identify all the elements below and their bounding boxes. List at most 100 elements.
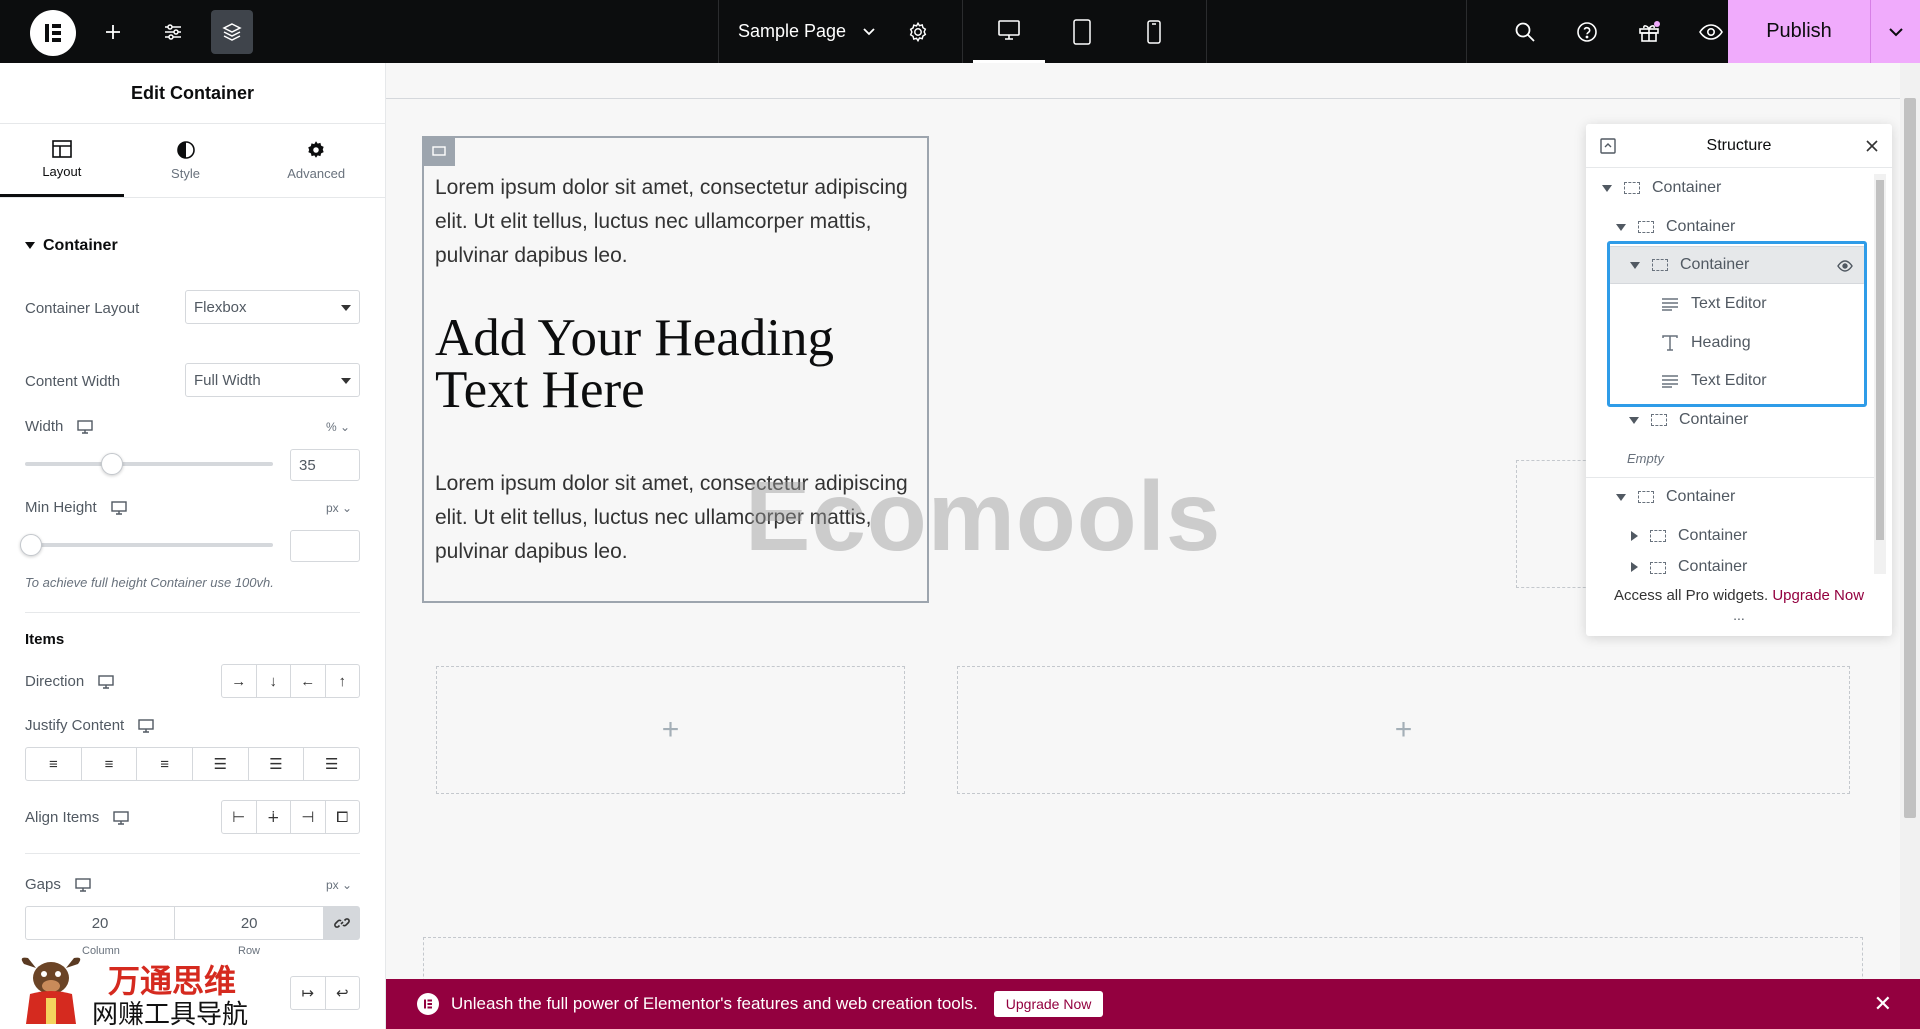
- justify-content-label: Justify Content: [25, 717, 125, 734]
- page-title: Sample Page: [738, 21, 847, 41]
- width-input[interactable]: 35: [290, 449, 360, 481]
- structure-scrollbar-thumb[interactable]: [1876, 180, 1884, 540]
- container-section-toggle[interactable]: Container: [25, 237, 118, 255]
- width-unit-select[interactable]: % ⌄: [326, 420, 350, 434]
- preview-button[interactable]: [1690, 10, 1732, 54]
- structure-row-container[interactable]: Container: [1586, 478, 1874, 516]
- responsive-desktop-icon[interactable]: [98, 674, 114, 689]
- whats-new-button[interactable]: [1628, 10, 1670, 54]
- structure-row-container[interactable]: Container: [1586, 517, 1874, 555]
- no-wrap-icon[interactable]: ↦: [291, 977, 326, 1009]
- page-scrollbar-thumb[interactable]: [1904, 98, 1916, 818]
- search-button[interactable]: [1504, 10, 1546, 54]
- tab-advanced-label: Advanced: [287, 166, 346, 181]
- more-options-handle[interactable]: ...: [1586, 607, 1892, 623]
- tab-advanced[interactable]: Advanced: [247, 124, 385, 197]
- justify-end-icon[interactable]: ≡: [137, 748, 194, 780]
- responsive-desktop-icon[interactable]: [77, 419, 94, 434]
- align-end-icon[interactable]: ⊣: [291, 801, 326, 833]
- responsive-desktop-icon[interactable]: [113, 810, 129, 825]
- min-height-unit-select[interactable]: px ⌄: [326, 501, 352, 515]
- close-icon[interactable]: [1866, 140, 1878, 152]
- direction-label: Direction: [25, 673, 85, 690]
- link-values-button[interactable]: [324, 907, 360, 939]
- structure-footer: Access all Pro widgets. Upgrade Now: [1586, 587, 1892, 604]
- section-title: Container: [43, 237, 118, 254]
- direction-label-row: Direction: [25, 673, 114, 690]
- direction-row-arrow-right-icon[interactable]: →: [222, 665, 257, 697]
- text-editor-widget-1[interactable]: Lorem ipsum dolor sit amet, consectetur …: [435, 171, 915, 273]
- publish-options-button[interactable]: [1870, 0, 1920, 63]
- caret-down-icon: [341, 305, 351, 311]
- wrap-buttons: ↦ ↩: [290, 976, 360, 1010]
- container-icon: [1624, 182, 1640, 194]
- gaps-unit-select[interactable]: px ⌄: [326, 878, 352, 892]
- elementor-logo-button[interactable]: [30, 10, 76, 56]
- structure-row-container[interactable]: Container: [1586, 401, 1874, 439]
- heading-widget[interactable]: Add Your Heading Text Here: [435, 312, 915, 417]
- desktop-view-button[interactable]: [973, 0, 1045, 63]
- content-width-value: Full Width: [194, 371, 261, 389]
- gap-row-input[interactable]: 20: [175, 907, 325, 939]
- panel-tabs: Layout Style Advanced: [0, 124, 385, 198]
- width-slider-handle[interactable]: [100, 453, 123, 475]
- content-width-select[interactable]: Full Width: [185, 363, 360, 397]
- add-element-button[interactable]: [92, 10, 134, 54]
- container-icon: [1638, 221, 1654, 233]
- gap-column-input[interactable]: 20: [26, 907, 176, 939]
- add-widget-plus-icon: +: [661, 713, 680, 746]
- justify-center-icon[interactable]: ≡: [82, 748, 138, 780]
- direction-row-reverse-arrow-left-icon[interactable]: ←: [291, 665, 326, 697]
- align-center-icon[interactable]: ∔: [257, 801, 291, 833]
- plus-icon: [106, 25, 120, 39]
- publish-button[interactable]: Publish: [1728, 0, 1870, 63]
- tablet-view-button[interactable]: [1046, 0, 1118, 63]
- direction-column-reverse-arrow-up-icon[interactable]: ↑: [326, 665, 360, 697]
- empty-container-dropzone[interactable]: +: [957, 666, 1850, 794]
- min-height-slider-handle[interactable]: [20, 534, 42, 556]
- structure-toggle-button[interactable]: [211, 10, 253, 54]
- page-settings-gear-icon[interactable]: [907, 21, 929, 43]
- edit-panel: Edit Container Layout Style Advanced Con…: [0, 63, 386, 1029]
- align-stretch-icon[interactable]: ⧠: [326, 801, 360, 833]
- responsive-desktop-icon[interactable]: [75, 877, 91, 892]
- responsive-desktop-icon[interactable]: [138, 718, 154, 733]
- structure-scrollbar[interactable]: [1874, 174, 1886, 574]
- direction-column-arrow-down-icon[interactable]: ↓: [257, 665, 291, 697]
- min-height-input[interactable]: [290, 530, 360, 562]
- dock-icon[interactable]: [1600, 138, 1616, 154]
- tab-style[interactable]: Style: [124, 124, 248, 197]
- gaps-label-row: Gaps: [25, 876, 91, 893]
- eye-icon: [1699, 24, 1723, 40]
- align-start-icon[interactable]: ⊢: [222, 801, 257, 833]
- justify-space-around-icon[interactable]: ☰: [249, 748, 305, 780]
- container-layout-select[interactable]: Flexbox: [185, 290, 360, 324]
- partial-dropzone[interactable]: [1516, 460, 1596, 588]
- help-button[interactable]: [1566, 10, 1608, 54]
- structure-row-container[interactable]: Container: [1586, 169, 1874, 207]
- wrap-icon[interactable]: ↩: [326, 977, 360, 1009]
- structure-header: Structure: [1586, 124, 1892, 168]
- width-slider[interactable]: [25, 453, 273, 475]
- page-selector[interactable]: Sample Page: [718, 0, 963, 63]
- empty-container-dropzone[interactable]: +: [436, 666, 905, 794]
- structure-row-container[interactable]: Container: [1586, 556, 1874, 580]
- mobile-view-button[interactable]: [1118, 0, 1190, 63]
- promo-text: Unleash the full power of Elementor's fe…: [451, 994, 978, 1013]
- justify-space-between-icon[interactable]: ☰: [193, 748, 249, 780]
- site-settings-button[interactable]: [152, 10, 194, 54]
- promo-upgrade-button[interactable]: Upgrade Now: [993, 991, 1104, 1017]
- close-icon[interactable]: ✕: [1874, 991, 1892, 1017]
- min-height-slider[interactable]: [20, 534, 273, 556]
- justify-start-icon[interactable]: ≡: [26, 748, 82, 780]
- justify-space-evenly-icon[interactable]: ☰: [304, 748, 359, 780]
- container-handle[interactable]: [422, 136, 455, 166]
- layout-icon: [52, 139, 72, 158]
- upgrade-now-link[interactable]: Upgrade Now: [1772, 587, 1864, 604]
- structure-row-label: Container: [1666, 218, 1736, 235]
- caret-right-icon: [1631, 562, 1638, 572]
- responsive-desktop-icon[interactable]: [111, 500, 127, 515]
- tab-layout[interactable]: Layout: [0, 124, 124, 197]
- elementor-logo-icon: [45, 24, 61, 42]
- container-icon: [1650, 530, 1666, 542]
